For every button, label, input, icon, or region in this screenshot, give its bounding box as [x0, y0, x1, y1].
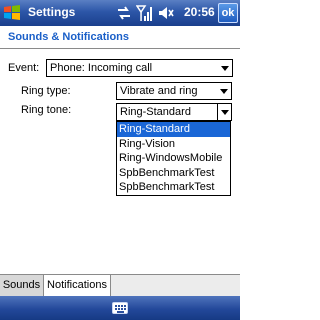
event-label: Event:	[8, 62, 40, 74]
list-item[interactable]: Ring-Vision	[117, 137, 230, 152]
volume-icon[interactable]	[158, 4, 176, 27]
ok-button[interactable]: ok	[218, 3, 238, 23]
ring-type-select[interactable]: Vibrate and ring	[116, 82, 232, 100]
keyboard-icon[interactable]	[112, 302, 128, 314]
ring-type-label: Ring type:	[21, 85, 71, 97]
list-item[interactable]: Ring-WindowsMobile	[117, 151, 230, 166]
chevron-down-icon[interactable]	[220, 89, 228, 94]
ring-tone-select[interactable]: Ring-Standard	[116, 103, 232, 121]
ring-tone-dropdown-list[interactable]: Ring-Standard Ring-Vision Ring-WindowsMo…	[116, 121, 231, 196]
tab-strip: Sounds Notifications	[0, 274, 240, 296]
sync-icon[interactable]	[116, 4, 132, 27]
list-item[interactable]: Ring-Standard	[117, 122, 230, 137]
ring-type-value: Vibrate and ring	[120, 85, 198, 97]
list-item[interactable]: SpbBenchmarkTest	[117, 166, 230, 181]
list-item[interactable]: SpbBenchmarkTest	[117, 180, 230, 195]
chevron-down-icon	[221, 110, 229, 115]
event-value: Phone: Incoming call	[50, 62, 153, 74]
signal-icon[interactable]	[135, 4, 152, 27]
section-title: Sounds & Notifications	[8, 31, 129, 43]
event-select[interactable]: Phone: Incoming call	[46, 59, 233, 77]
dropdown-arrow[interactable]	[217, 104, 231, 120]
clock[interactable]: 20:56	[184, 5, 215, 19]
ring-tone-label: Ring tone:	[21, 104, 72, 116]
tab-notifications[interactable]: Notifications	[43, 275, 111, 296]
start-icon[interactable]	[3, 4, 21, 22]
chevron-down-icon[interactable]	[221, 66, 229, 71]
title-bar: Settings 20:56 ok	[0, 0, 240, 26]
window-title: Settings	[28, 5, 76, 19]
section-divider	[0, 48, 240, 49]
ring-tone-value: Ring-Standard	[120, 106, 191, 118]
tab-sounds[interactable]: Sounds	[0, 275, 44, 296]
softkey-bar	[0, 296, 240, 320]
